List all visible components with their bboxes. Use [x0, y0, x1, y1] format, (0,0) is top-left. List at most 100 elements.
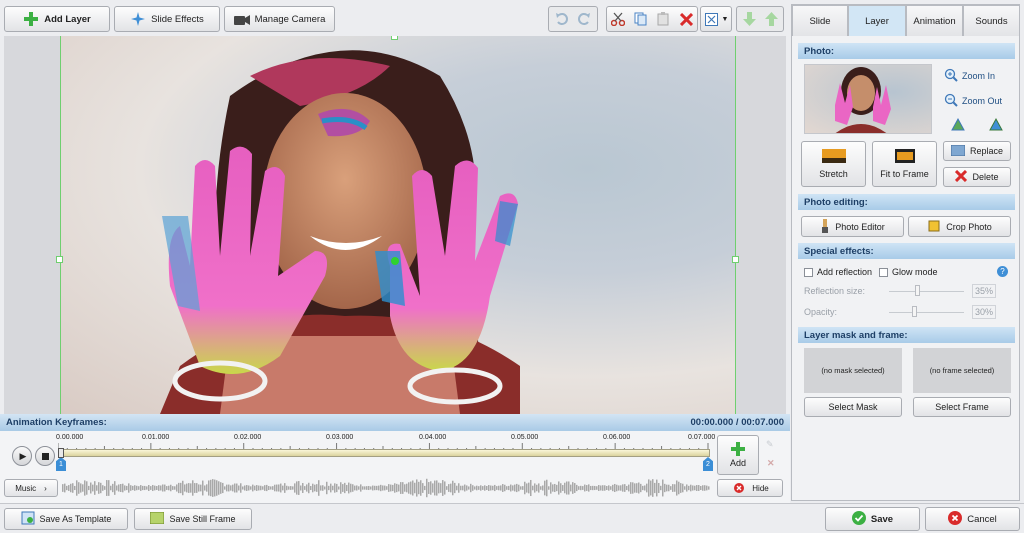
waveform-bar	[490, 485, 492, 491]
waveform-bar	[446, 486, 448, 490]
waveform-bar	[636, 483, 638, 493]
waveform-bar	[112, 483, 114, 493]
reflection-size-slider[interactable]	[889, 291, 964, 292]
glow-mode-checkbox[interactable]: Glow mode	[879, 267, 938, 277]
select-frame-button[interactable]: Select Frame	[913, 397, 1011, 417]
waveform-bar	[214, 479, 216, 497]
reflection-size-value[interactable]: 35%	[972, 284, 996, 298]
opacity-value[interactable]: 30%	[972, 305, 996, 319]
waveform-bar	[556, 484, 558, 492]
waveform-bar	[520, 486, 522, 490]
rotation-center-handle[interactable]	[391, 257, 399, 265]
photo-editor-button[interactable]: Photo Editor	[801, 216, 904, 237]
waveform-bar	[638, 482, 640, 494]
tab-sounds[interactable]: Sounds	[963, 5, 1020, 36]
tab-layer[interactable]: Layer	[848, 5, 906, 36]
keyframe-track[interactable]	[60, 449, 710, 457]
play-button[interactable]: ▶	[12, 446, 32, 466]
waveform-bar	[526, 483, 528, 493]
playhead[interactable]	[58, 448, 64, 458]
cut-icon[interactable]	[610, 12, 626, 26]
manage-camera-button[interactable]: Manage Camera	[224, 6, 335, 32]
waveform-bar	[502, 484, 504, 492]
crop-photo-label: Crop Photo	[946, 221, 992, 232]
slide-effects-button[interactable]: Slide Effects	[114, 6, 220, 32]
delete-button[interactable]: Delete	[943, 167, 1011, 187]
add-layer-button[interactable]: Add Layer	[4, 6, 110, 32]
add-reflection-checkbox[interactable]: Add reflection	[804, 267, 872, 277]
waveform-bar	[616, 484, 618, 492]
copy-icon[interactable]	[633, 12, 649, 26]
waveform-bar	[640, 483, 642, 493]
tab-animation[interactable]: Animation	[906, 5, 963, 36]
zoom-fit-dropdown[interactable]: ▼	[700, 6, 732, 32]
edit-keyframe-icon[interactable]: ✎	[766, 439, 774, 450]
waveform-bar	[382, 485, 384, 491]
waveform-bar	[362, 486, 364, 490]
keyframe-marker-1[interactable]: 1	[56, 457, 66, 471]
redo-icon[interactable]	[576, 12, 592, 26]
delete-keyframe-icon[interactable]: ✕	[767, 458, 775, 469]
tick-label: 0.07.000	[688, 434, 716, 441]
fit-to-frame-label: Fit to Frame	[880, 169, 929, 179]
opacity-thumb[interactable]	[912, 306, 917, 317]
waveform-bar	[104, 486, 106, 490]
waveform-bar	[392, 484, 394, 492]
waveform-bar	[158, 485, 160, 491]
rotate-left-icon[interactable]	[950, 117, 966, 133]
waveform-bar	[220, 482, 222, 494]
music-button[interactable]: Music ›	[4, 479, 58, 497]
resize-handle-left[interactable]	[56, 256, 63, 263]
slide-preview-canvas[interactable]	[4, 36, 786, 414]
waveform-bar	[500, 485, 502, 491]
paste-icon[interactable]	[656, 12, 672, 26]
delete-icon[interactable]	[679, 12, 695, 26]
zoom-in-icon	[944, 68, 958, 84]
rotate-right-icon[interactable]	[988, 117, 1004, 133]
reflection-size-label: Reflection size:	[804, 286, 866, 296]
zoom-in-button[interactable]: Zoom In	[944, 68, 995, 84]
waveform-bar	[412, 480, 414, 496]
replace-button[interactable]: Replace	[943, 141, 1011, 161]
waveform-bar	[662, 479, 664, 497]
stretch-button[interactable]: Stretch	[801, 141, 866, 187]
hide-icon	[731, 481, 747, 495]
layer-photo[interactable]	[60, 36, 736, 414]
move-up-icon[interactable]	[763, 12, 779, 26]
help-icon[interactable]: ?	[997, 266, 1008, 277]
photo-illustration	[160, 50, 520, 414]
waveform-bar	[686, 484, 688, 492]
waveform-bar	[152, 484, 154, 492]
stop-button[interactable]	[35, 446, 55, 466]
opacity-slider[interactable]	[889, 312, 964, 313]
keyframe-marker-2[interactable]: 2	[703, 457, 713, 471]
waveform-bar	[196, 483, 198, 493]
fit-to-frame-button[interactable]: Fit to Frame	[872, 141, 937, 187]
save-still-frame-button[interactable]: Save Still Frame	[134, 508, 252, 530]
add-keyframe-button[interactable]: Add	[717, 435, 759, 475]
waveform-bar	[138, 486, 140, 490]
waveform-bar	[404, 484, 406, 492]
save-as-template-button[interactable]: Save As Template	[4, 508, 128, 530]
select-mask-button[interactable]: Select Mask	[804, 397, 902, 417]
opacity-label: Opacity:	[804, 307, 838, 317]
photo-thumbnail[interactable]	[804, 64, 932, 134]
keyframes-header: Animation Keyframes: 00:00.000 / 00:07.0…	[0, 414, 790, 431]
resize-handle-right[interactable]	[732, 256, 739, 263]
cancel-button[interactable]: Cancel	[925, 507, 1020, 531]
waveform-bar	[620, 485, 622, 491]
resize-handle-top[interactable]	[391, 36, 398, 40]
move-down-icon[interactable]	[741, 12, 757, 26]
audio-waveform[interactable]	[62, 477, 710, 499]
waveform-bar	[664, 483, 666, 493]
save-button[interactable]: Save	[825, 507, 920, 531]
tick-label: 0.04.000	[419, 434, 447, 441]
tab-slide[interactable]: Slide	[792, 5, 848, 36]
waveform-bar	[418, 481, 420, 495]
reflection-size-thumb[interactable]	[915, 285, 920, 296]
undo-icon[interactable]	[554, 12, 570, 26]
zoom-out-button[interactable]: Zoom Out	[944, 93, 1002, 109]
crop-photo-button[interactable]: Crop Photo	[908, 216, 1011, 237]
hide-timeline-button[interactable]: Hide	[717, 479, 783, 497]
waveform-bar	[76, 480, 78, 496]
